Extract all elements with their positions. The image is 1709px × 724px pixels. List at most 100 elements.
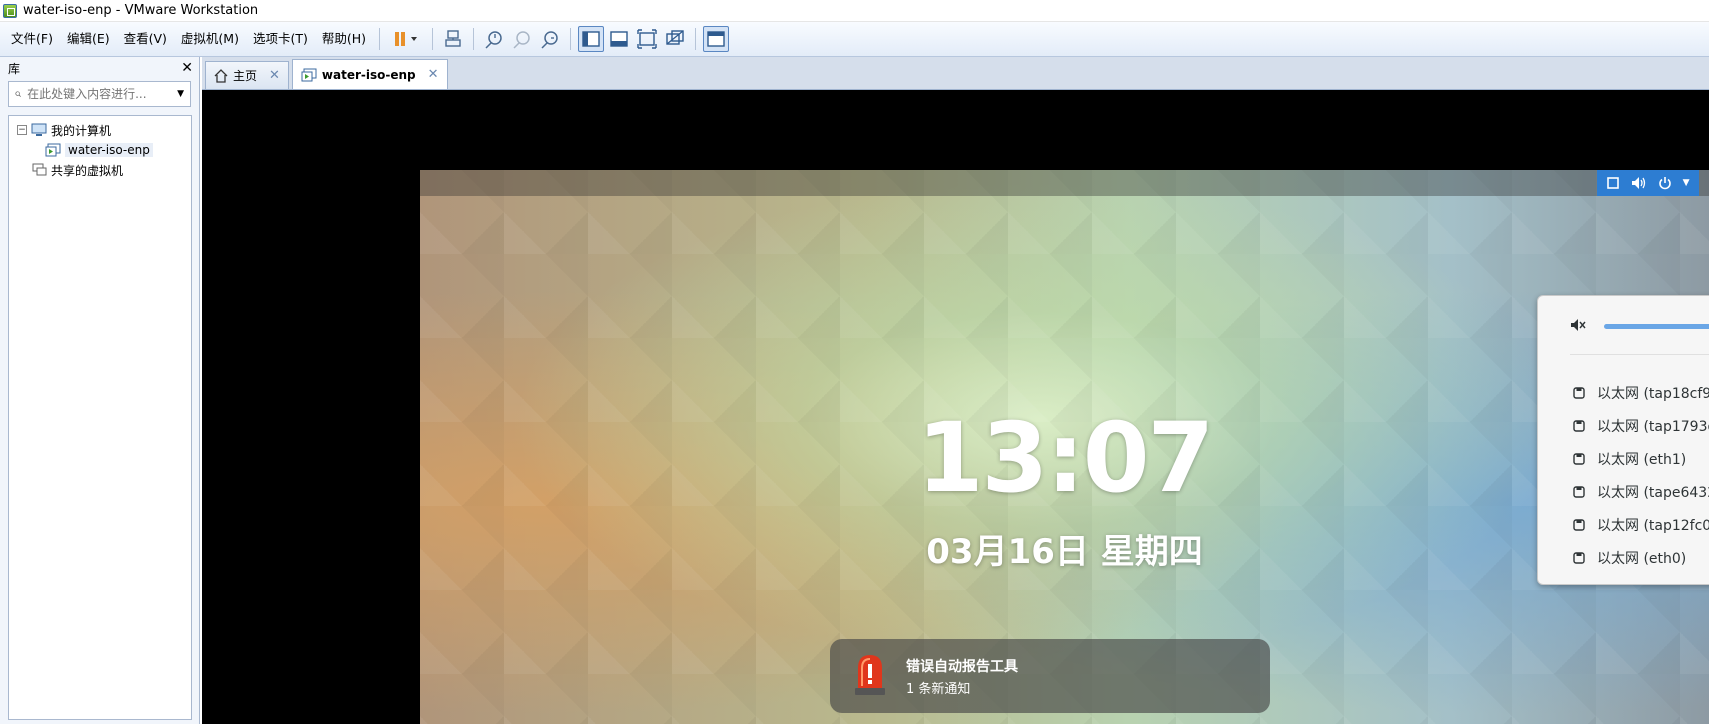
tree-label: 共享的虚拟机 [51,163,124,178]
close-library-icon[interactable]: ✕ [181,60,193,76]
snapshot-manager-button[interactable] [537,26,563,52]
library-tree: − 我的计算机 water-iso-enp 共享的虚拟机 [8,115,192,720]
ethernet-icon [1573,551,1587,564]
home-icon [214,68,228,83]
toolbar-separator [379,28,381,50]
collapse-icon[interactable]: − [17,125,27,135]
ethernet-icon [1573,518,1587,531]
network-item[interactable]: 以太网 (tap18cf93f5-8b)已连接▶ [1538,376,1709,409]
power-icon[interactable] [1658,176,1672,190]
ethernet-icon [1573,386,1587,399]
tab-strip: 主页 ✕ water-iso-enp ✕ [202,57,1709,90]
menu-edit[interactable]: 编辑(E) [60,27,117,51]
vm-running-icon [301,68,317,82]
vmware-app-icon [3,3,17,18]
menu-help[interactable]: 帮助(H) [315,27,373,51]
lock-clock: 13:07 [916,402,1215,514]
tab-label: water-iso-enp [321,67,416,82]
library-panel: 库 ✕ ▼ − 我的计算机 water-iso-enp 共享的虚拟 [0,57,200,724]
tree-label: 我的计算机 [51,123,112,138]
tab-home[interactable]: 主页 ✕ [205,61,289,89]
network-name: 以太网 (tap18cf93f5-8b) [1597,385,1709,402]
volume-slider[interactable] [1604,323,1709,329]
notification-card[interactable]: 错误自动报告工具 1 条新通知 [830,639,1270,713]
close-tab-icon[interactable]: ✕ [269,68,280,83]
thumbnail-icon [707,31,725,47]
toolbar-separator [473,28,475,50]
chevron-down-icon[interactable]: ▼ [1683,178,1690,188]
notification-title: 错误自动报告工具 [906,658,1018,675]
volume-icon[interactable] [1631,176,1647,190]
network-item[interactable]: 以太网 (tap1793d8bb-…已连接▶ [1538,409,1709,442]
alarm-icon [852,652,888,701]
title-bar: water-iso-enp - VMware Workstation [0,0,1709,22]
pause-icon [395,32,418,46]
snapshot-icon [485,31,502,49]
search-icon [15,91,21,97]
fullscreen-button[interactable] [634,26,660,52]
guest-lock-screen[interactable]: ▼ 13:07 03月16日 星期四 错误自动报告工具 1 条新通知 [420,170,1709,724]
menu-vm[interactable]: 虚拟机(M) [174,27,246,51]
computer-icon [31,123,47,137]
pause-button[interactable] [387,26,425,52]
show-library-button[interactable] [578,26,605,52]
menu-toolbar: 文件(F) 编辑(E) 查看(V) 虚拟机(M) 选项卡(T) 帮助(H) [0,22,1709,57]
toolbar-separator [570,28,572,50]
toolbar-separator [432,28,434,50]
tree-item-my-computer[interactable]: − 我的计算机 [9,120,191,140]
volume-row [1570,316,1709,336]
network-list: 以太网 (tap18cf93f5-8b)已连接▶以太网 (tap1793d8bb… [1538,376,1709,574]
tab-vm[interactable]: water-iso-enp ✕ [291,59,448,89]
vm-running-icon [45,143,61,157]
toolbar-separator [695,28,697,50]
window-icon[interactable] [1606,176,1620,190]
revert-snapshot-button[interactable] [509,26,535,52]
menu-tabs[interactable]: 选项卡(T) [246,27,315,51]
network-name: 以太网 (tape6432cc8-dc) [1597,484,1709,501]
unity-icon [666,30,684,45]
snapshot-manager-icon [541,31,558,49]
network-item[interactable]: 以太网 (tape6432cc8-dc)已连接▶ [1538,475,1709,508]
chevron-down-icon[interactable]: ▼ [177,89,184,99]
menu-view[interactable]: 查看(V) [117,27,174,51]
lock-date: 03月16日 星期四 [926,532,1203,572]
library-header: 库 ✕ [0,57,199,79]
gnome-status-area[interactable]: ▼ [1597,170,1699,196]
revert-snapshot-icon [513,31,530,49]
tree-label: water-iso-enp [65,143,153,157]
ethernet-icon [1573,485,1587,498]
shared-vm-icon [31,163,47,177]
thumbnail-bar-button[interactable] [703,26,730,52]
network-name: 以太网 (eth0) [1597,550,1687,567]
unity-button[interactable] [662,26,688,52]
tree-item-vm[interactable]: water-iso-enp [9,140,191,160]
send-ctrl-alt-del-button[interactable] [440,26,466,52]
window-title: water-iso-enp - VMware Workstation [23,3,259,18]
gnome-top-bar [420,170,1709,196]
ethernet-icon [1573,419,1587,432]
network-item[interactable]: 以太网 (eth1)已连接▶ [1538,442,1709,475]
vm-console[interactable]: ▼ 13:07 03月16日 星期四 错误自动报告工具 1 条新通知 以太网 (… [202,90,1709,724]
ethernet-icon [1573,452,1587,465]
fullscreen-icon [637,29,657,49]
menu-file[interactable]: 文件(F) [4,27,60,51]
send-keys-icon [445,30,461,47]
close-tab-icon[interactable]: ✕ [428,67,439,82]
system-menu: 以太网 (tap18cf93f5-8b)已连接▶以太网 (tap1793d8bb… [1537,295,1709,585]
menu-separator [1570,354,1709,355]
tab-label: 主页 [233,69,258,83]
volume-muted-icon [1570,318,1586,335]
console-view-button[interactable] [606,26,632,52]
search-input[interactable] [27,87,178,101]
network-name: 以太网 (tap12fc0849-… [1597,517,1709,534]
library-title: 库 [8,61,21,76]
network-item[interactable]: 以太网 (eth0)已连接▶ [1538,541,1709,574]
library-search[interactable]: ▼ [8,81,191,107]
tree-item-shared-vms[interactable]: 共享的虚拟机 [9,160,191,180]
notification-subtitle: 1 条新通知 [906,681,971,697]
network-item[interactable]: 以太网 (tap12fc0849-…已连接▶ [1538,508,1709,541]
library-view-icon [582,31,600,47]
network-name: 以太网 (eth1) [1597,451,1687,468]
console-view-icon [610,31,628,47]
take-snapshot-button[interactable] [481,26,507,52]
